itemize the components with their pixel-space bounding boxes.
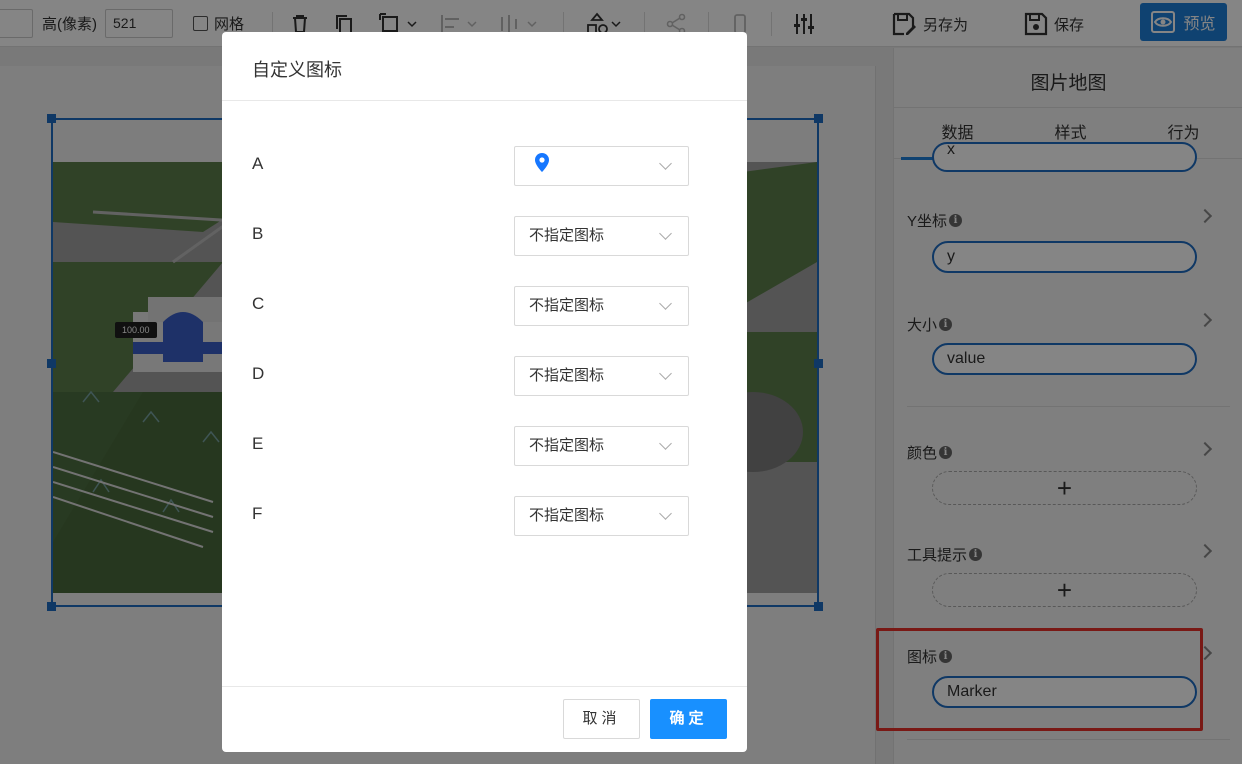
chevron-down-icon bbox=[659, 227, 672, 240]
chevron-down-icon bbox=[659, 507, 672, 520]
category-label: B bbox=[252, 224, 264, 243]
dialog-header: 自定义图标 bbox=[222, 32, 747, 101]
custom-icon-dialog: 自定义图标 A B 不指定图标 C 不指定图标 D 不指定图标 E 不指定图标 … bbox=[222, 32, 747, 752]
chevron-down-icon bbox=[659, 157, 672, 170]
cancel-button[interactable]: 取消 bbox=[563, 699, 640, 739]
category-label: F bbox=[252, 504, 263, 523]
category-label: E bbox=[252, 434, 264, 453]
icon-select[interactable]: 不指定图标 bbox=[514, 426, 689, 466]
chevron-down-icon bbox=[659, 437, 672, 450]
category-label: C bbox=[252, 294, 265, 313]
ok-button[interactable]: 确定 bbox=[650, 699, 727, 739]
icon-select[interactable] bbox=[514, 146, 689, 186]
chevron-down-icon bbox=[659, 297, 672, 310]
icon-select[interactable]: 不指定图标 bbox=[514, 216, 689, 256]
category-label: D bbox=[252, 364, 265, 383]
icon-select[interactable]: 不指定图标 bbox=[514, 356, 689, 396]
icon-select[interactable]: 不指定图标 bbox=[514, 286, 689, 326]
icon-select[interactable]: 不指定图标 bbox=[514, 496, 689, 536]
map-pin-icon bbox=[535, 153, 549, 172]
dialog-footer-divider bbox=[222, 686, 747, 687]
category-label: A bbox=[252, 154, 264, 173]
dialog-title: 自定义图标 bbox=[252, 60, 342, 80]
chevron-down-icon bbox=[659, 367, 672, 380]
